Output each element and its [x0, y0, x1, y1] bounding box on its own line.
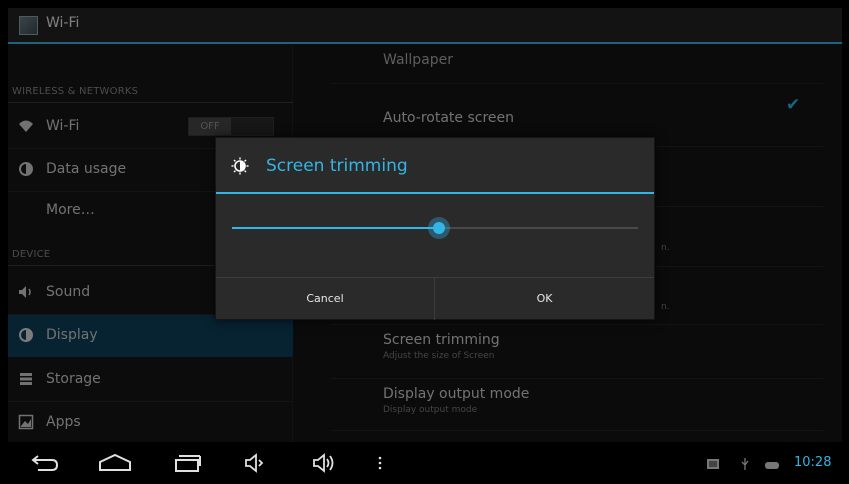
dialog-header: Screen trimming: [216, 138, 654, 194]
dialog-title: Screen trimming: [266, 156, 408, 176]
home-icon[interactable]: [98, 452, 132, 478]
screen-trimming-dialog: Screen trimming Cancel OK: [215, 137, 655, 320]
trimming-slider[interactable]: [232, 217, 638, 239]
volume-up-icon[interactable]: [312, 452, 338, 478]
screenshot-icon: [706, 456, 720, 475]
ok-button[interactable]: OK: [435, 278, 654, 320]
menu-icon[interactable]: [377, 452, 383, 478]
usb-icon: [740, 456, 750, 475]
android-screen: Wi-Fi WIRELESS & NETWORKS Wi-Fi OFF Data…: [8, 8, 842, 484]
volume-down-icon[interactable]: [244, 452, 266, 478]
slider-fill: [232, 227, 440, 229]
recent-apps-icon[interactable]: [172, 452, 202, 478]
dialog-button-row: Cancel OK: [216, 277, 654, 320]
gamepad-icon: [764, 456, 780, 475]
system-navigation-bar: 10:28: [8, 442, 842, 484]
cancel-button[interactable]: Cancel: [216, 278, 435, 320]
back-icon[interactable]: [30, 452, 60, 478]
status-clock: 10:28: [794, 455, 832, 470]
brightness-icon: [231, 157, 249, 175]
slider-thumb[interactable]: [428, 217, 451, 239]
